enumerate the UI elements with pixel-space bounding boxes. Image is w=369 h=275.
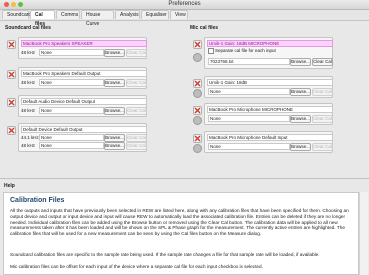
- mic-entry-2: Umik-1 Gain: 18dB None Browse... Clear C…: [204, 76, 333, 98]
- remove-x-icon: [8, 41, 15, 48]
- mic-entry-4-clear-button[interactable]: Clear Cal: [312, 143, 333, 151]
- soundcard-entry-4-rate-2: 48 kHz: [21, 143, 36, 148]
- mic-entry-4-file[interactable]: None: [208, 143, 290, 150]
- soundcard-entry-3-clear-button[interactable]: Clear Cal: [126, 107, 147, 115]
- mic-entry-3-name: MacBook Pro Microphone MICROPHONE: [207, 106, 333, 113]
- soundcard-entry-1-clear-button[interactable]: Clear Cal: [126, 49, 147, 57]
- mic-entry-2-file[interactable]: None: [208, 88, 290, 95]
- remove-soundcard-entry-3-button[interactable]: [7, 98, 16, 107]
- tab-house-curve[interactable]: House Curve: [81, 10, 114, 27]
- soundcard-entry-1-rate: 48 kHz: [21, 50, 36, 55]
- remove-mic-entry-4-button[interactable]: [193, 134, 202, 143]
- soundcard-entry-4-file-1[interactable]: None: [39, 134, 104, 141]
- remove-x-icon: [194, 135, 201, 142]
- mic-entry-3-file[interactable]: None: [208, 115, 290, 122]
- soundcard-entry-1-file[interactable]: None: [39, 49, 104, 56]
- soundcard-entry-4-clear-2-button[interactable]: Clear Cal: [126, 142, 147, 150]
- soundcard-entry-4-file-2[interactable]: None: [39, 142, 104, 149]
- help-divider: [0, 178, 369, 179]
- soundcard-entry-3-browse-button[interactable]: Browse...: [104, 107, 125, 115]
- mic-section-label: Mic cal files: [190, 25, 219, 31]
- title-bar: Preferences: [0, 0, 369, 10]
- help-label: Help: [4, 183, 15, 189]
- mic-entry-2-options-icon[interactable]: [193, 89, 202, 98]
- soundcard-entry-3-name: Default Audio Device Default Output: [21, 98, 147, 105]
- mic-entry-1-clear-button[interactable]: Clear Cal: [312, 58, 333, 66]
- tab-comms[interactable]: Comms: [56, 10, 80, 19]
- soundcard-entry-4-clear-1-button[interactable]: Clear Cal: [126, 134, 147, 142]
- remove-soundcard-entry-2-button[interactable]: [7, 70, 16, 79]
- soundcard-entry-1-browse-button[interactable]: Browse...: [104, 49, 125, 57]
- separate-cal-file-checkbox[interactable]: [208, 48, 214, 54]
- mic-entry-2-clear-button[interactable]: Clear Cal: [312, 88, 333, 96]
- soundcard-entry-2: MacBook Pro Speakers Default Output 48 k…: [18, 67, 147, 89]
- soundcard-entry-2-file[interactable]: None: [39, 79, 104, 86]
- help-paragraph-3: Mic calibration files can be offset for …: [10, 264, 263, 269]
- mic-entry-2-name: Umik-1 Gain: 18dB: [207, 79, 333, 86]
- soundcard-entry-2-clear-button[interactable]: Clear Cal: [126, 79, 147, 87]
- soundcard-entry-3-rate: 48 kHz: [21, 108, 36, 113]
- mic-entry-2-browse-button[interactable]: Browse...: [290, 88, 311, 96]
- mic-entry-4: MacBook Pro Microphone Default Input Non…: [204, 131, 333, 153]
- soundcard-entry-3-file[interactable]: None: [39, 107, 104, 114]
- tab-analysis[interactable]: Analysis: [115, 10, 140, 19]
- mic-entry-4-name: MacBook Pro Microphone Default Input: [207, 134, 333, 141]
- help-title: Calibration Files: [10, 197, 65, 204]
- remove-x-icon: [8, 71, 15, 78]
- soundcard-entry-4-name: Default Device Default Output: [21, 126, 147, 133]
- mic-entry-1-browse-button[interactable]: Browse...: [290, 58, 311, 66]
- remove-x-icon: [194, 41, 201, 48]
- soundcard-entry-2-rate: 48 kHz: [21, 80, 36, 85]
- tab-bar: Soundcard Cal files Comms House Curve An…: [0, 10, 369, 27]
- remove-mic-entry-3-button[interactable]: [193, 106, 202, 115]
- remove-soundcard-entry-4-button[interactable]: [7, 126, 16, 135]
- tab-view[interactable]: View: [170, 10, 188, 19]
- mic-entry-1-file[interactable]: 7023768.txt: [208, 58, 290, 65]
- help-paragraph-1: All the outputs and inputs that have pre…: [10, 208, 349, 237]
- soundcard-entry-4-browse-1-button[interactable]: Browse...: [104, 134, 125, 142]
- tab-equaliser[interactable]: Equaliser: [141, 10, 169, 19]
- remove-x-icon: [194, 80, 201, 87]
- remove-x-icon: [8, 127, 15, 134]
- soundcard-entry-4-rate-1: 44.1 kHz: [21, 135, 39, 140]
- soundcard-section-label: Soundcard cal files: [5, 25, 51, 31]
- remove-mic-entry-2-button[interactable]: [193, 79, 202, 88]
- remove-mic-entry-1-button[interactable]: [193, 40, 202, 49]
- help-scrollbar[interactable]: [359, 192, 368, 275]
- mic-entry-3: MacBook Pro Microphone MICROPHONE None B…: [204, 103, 333, 125]
- soundcard-entry-1: MacBook Pro Speakers SPEAKER 48 kHz None…: [18, 37, 147, 59]
- remove-x-icon: [8, 99, 15, 106]
- tab-soundcard[interactable]: Soundcard: [2, 10, 31, 19]
- soundcard-entry-2-name: MacBook Pro Speakers Default Output: [21, 70, 147, 77]
- remove-x-icon: [194, 107, 201, 114]
- mic-entry-1: Umik-1 Gain: 18dB MICROPHONE Separate ca…: [204, 37, 333, 69]
- tab-cal-files[interactable]: Cal files: [30, 10, 55, 27]
- mic-entry-3-options-icon[interactable]: [193, 116, 202, 125]
- mic-entry-3-browse-button[interactable]: Browse...: [290, 115, 311, 123]
- remove-soundcard-entry-1-button[interactable]: [7, 40, 16, 49]
- separate-cal-file-label: Separate cal file for each input: [215, 48, 276, 54]
- soundcard-entry-4: Default Device Default Output 44.1 kHz N…: [18, 123, 147, 152]
- soundcard-entry-1-name: MacBook Pro Speakers SPEAKER: [21, 40, 147, 47]
- separate-cal-file-checkbox-row[interactable]: Separate cal file for each input: [208, 48, 276, 54]
- help-panel: Calibration Files All the outputs and in…: [3, 192, 359, 275]
- soundcard-entry-3: Default Audio Device Default Output 48 k…: [18, 95, 147, 117]
- mic-entry-1-options-icon[interactable]: [193, 53, 202, 62]
- window-title: Preferences: [168, 1, 201, 7]
- mic-entry-3-clear-button[interactable]: Clear Cal: [312, 115, 333, 123]
- mic-entry-4-browse-button[interactable]: Browse...: [290, 143, 311, 151]
- help-paragraph-2: Soundcard calibration files are specific…: [10, 252, 320, 257]
- soundcard-entry-4-browse-2-button[interactable]: Browse...: [104, 142, 125, 150]
- mic-entry-1-name: Umik-1 Gain: 18dB MICROPHONE: [207, 40, 333, 47]
- soundcard-entry-2-browse-button[interactable]: Browse...: [104, 79, 125, 87]
- mic-entry-4-options-icon[interactable]: [193, 144, 202, 153]
